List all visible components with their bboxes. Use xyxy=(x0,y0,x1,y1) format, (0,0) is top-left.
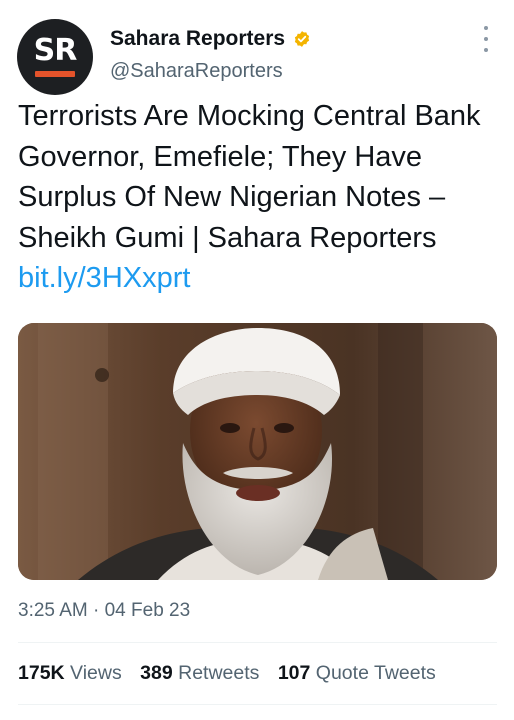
avatar-logo-bar xyxy=(35,71,75,77)
display-name[interactable]: Sahara Reporters xyxy=(110,27,285,51)
dot xyxy=(484,37,488,41)
tweet-text: Terrorists Are Mocking Central Bank Gove… xyxy=(18,96,498,299)
divider xyxy=(18,704,497,705)
avatar[interactable]: SR xyxy=(17,19,93,95)
user-handle[interactable]: @SaharaReporters xyxy=(110,60,283,83)
timestamp-separator: · xyxy=(93,600,100,621)
dot xyxy=(484,48,488,52)
quote-tweets-stat[interactable]: 107 Quote Tweets xyxy=(278,662,436,684)
tweet-photo[interactable] xyxy=(18,323,497,580)
tweet-body: Terrorists Are Mocking Central Bank Gove… xyxy=(18,100,481,254)
retweets-label: Retweets xyxy=(178,662,260,684)
avatar-logo-text: SR xyxy=(33,33,78,68)
dot xyxy=(484,26,488,30)
tweet-date: 04 Feb 23 xyxy=(104,600,191,621)
photo-illustration xyxy=(18,323,497,580)
more-options-icon[interactable] xyxy=(476,26,496,52)
divider xyxy=(18,642,497,643)
quote-tweets-label: Quote Tweets xyxy=(315,662,436,684)
retweets-count: 389 xyxy=(140,662,173,684)
tweet-stats: 175K Views 389 Retweets 107 Quote Tweets xyxy=(18,662,436,685)
views-count: 175K xyxy=(18,662,65,684)
name-row: Sahara Reporters xyxy=(110,27,311,51)
tweet-time: 3:25 AM xyxy=(18,600,88,621)
views-label: Views xyxy=(70,662,122,684)
tweet-link[interactable]: bit.ly/3HXxprt xyxy=(18,262,190,294)
verified-badge-icon xyxy=(294,31,310,47)
tweet-header: SR Sahara Reporters @SaharaReporters xyxy=(0,0,514,100)
quote-tweets-count: 107 xyxy=(277,662,311,684)
views-stat: 175K Views xyxy=(18,662,122,684)
retweets-stat[interactable]: 389 Retweets xyxy=(140,662,259,684)
tweet-timestamp[interactable]: 3:25 AM · 04 Feb 23 xyxy=(18,600,190,622)
